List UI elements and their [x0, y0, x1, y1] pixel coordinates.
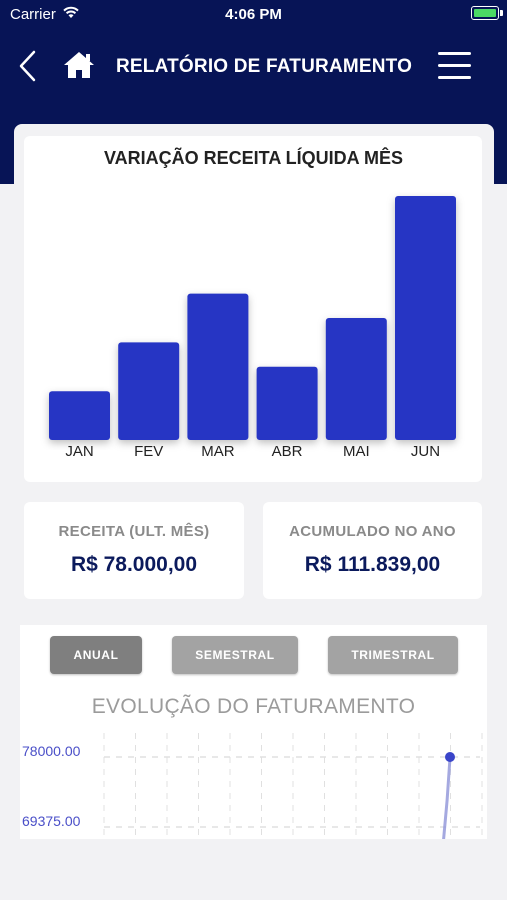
evolution-chart-title: EVOLUÇÃO DO FATURAMENTO	[91, 695, 416, 718]
evolution-line-chart: 78000.00 69375.00	[22, 733, 483, 839]
back-chevron-icon[interactable]	[14, 48, 44, 84]
bar-jan	[49, 391, 110, 440]
status-bar: Carrier 4:06 PM	[0, 0, 507, 30]
x-tick-label: FEV	[134, 443, 163, 460]
bar-mar	[187, 293, 249, 440]
bar-mai	[325, 318, 387, 440]
bar-jun	[395, 196, 456, 440]
tab-trimestral[interactable]: TRIMESTRAL	[328, 636, 458, 674]
bar-chart: JAN FEV MAR ABR MAI JUN	[49, 196, 456, 460]
receita-label: RECEITA (ULT. MÊS)	[58, 523, 210, 540]
home-icon[interactable]	[62, 50, 96, 80]
acumulado-label: ACUMULADO NO ANO	[289, 523, 456, 540]
x-tick-label: MAR	[201, 443, 235, 460]
bar-chart-title: VARIAÇÃO RECEITA LÍQUIDA MÊS	[103, 148, 403, 168]
x-tick-label: JUN	[411, 443, 440, 460]
hamburger-menu-icon[interactable]	[438, 50, 471, 80]
receita-value: R$ 78.000,00	[70, 553, 198, 576]
app-header: RELATÓRIO DE FATURAMENTO	[0, 40, 507, 95]
bar-abr	[256, 366, 318, 440]
bar-fev	[118, 342, 180, 440]
data-point[interactable]	[445, 752, 455, 762]
y-tick-label: 69375.00	[22, 813, 81, 829]
x-tick-label: ABR	[272, 443, 303, 460]
x-tick-label: JAN	[65, 443, 93, 460]
battery-icon	[471, 6, 503, 20]
tab-anual[interactable]: ANUAL	[50, 636, 142, 674]
status-time: 4:06 PM	[225, 6, 282, 23]
tab-semestral[interactable]: SEMESTRAL	[172, 636, 298, 674]
acumulado-value: R$ 111.839,00	[304, 553, 441, 576]
page-title: RELATÓRIO DE FATURAMENTO	[116, 56, 413, 77]
y-tick-label: 78000.00	[22, 743, 81, 759]
x-tick-label: MAI	[343, 443, 370, 460]
acumulado-ano-card: ACUMULADO NO ANO R$ 111.839,00	[263, 502, 482, 599]
receita-ultimo-mes-card: RECEITA (ULT. MÊS) R$ 78.000,00	[24, 502, 244, 599]
evolution-chart-card: ANUAL SEMESTRAL TRIMESTRAL EVOLUÇÃO DO F…	[20, 625, 487, 839]
